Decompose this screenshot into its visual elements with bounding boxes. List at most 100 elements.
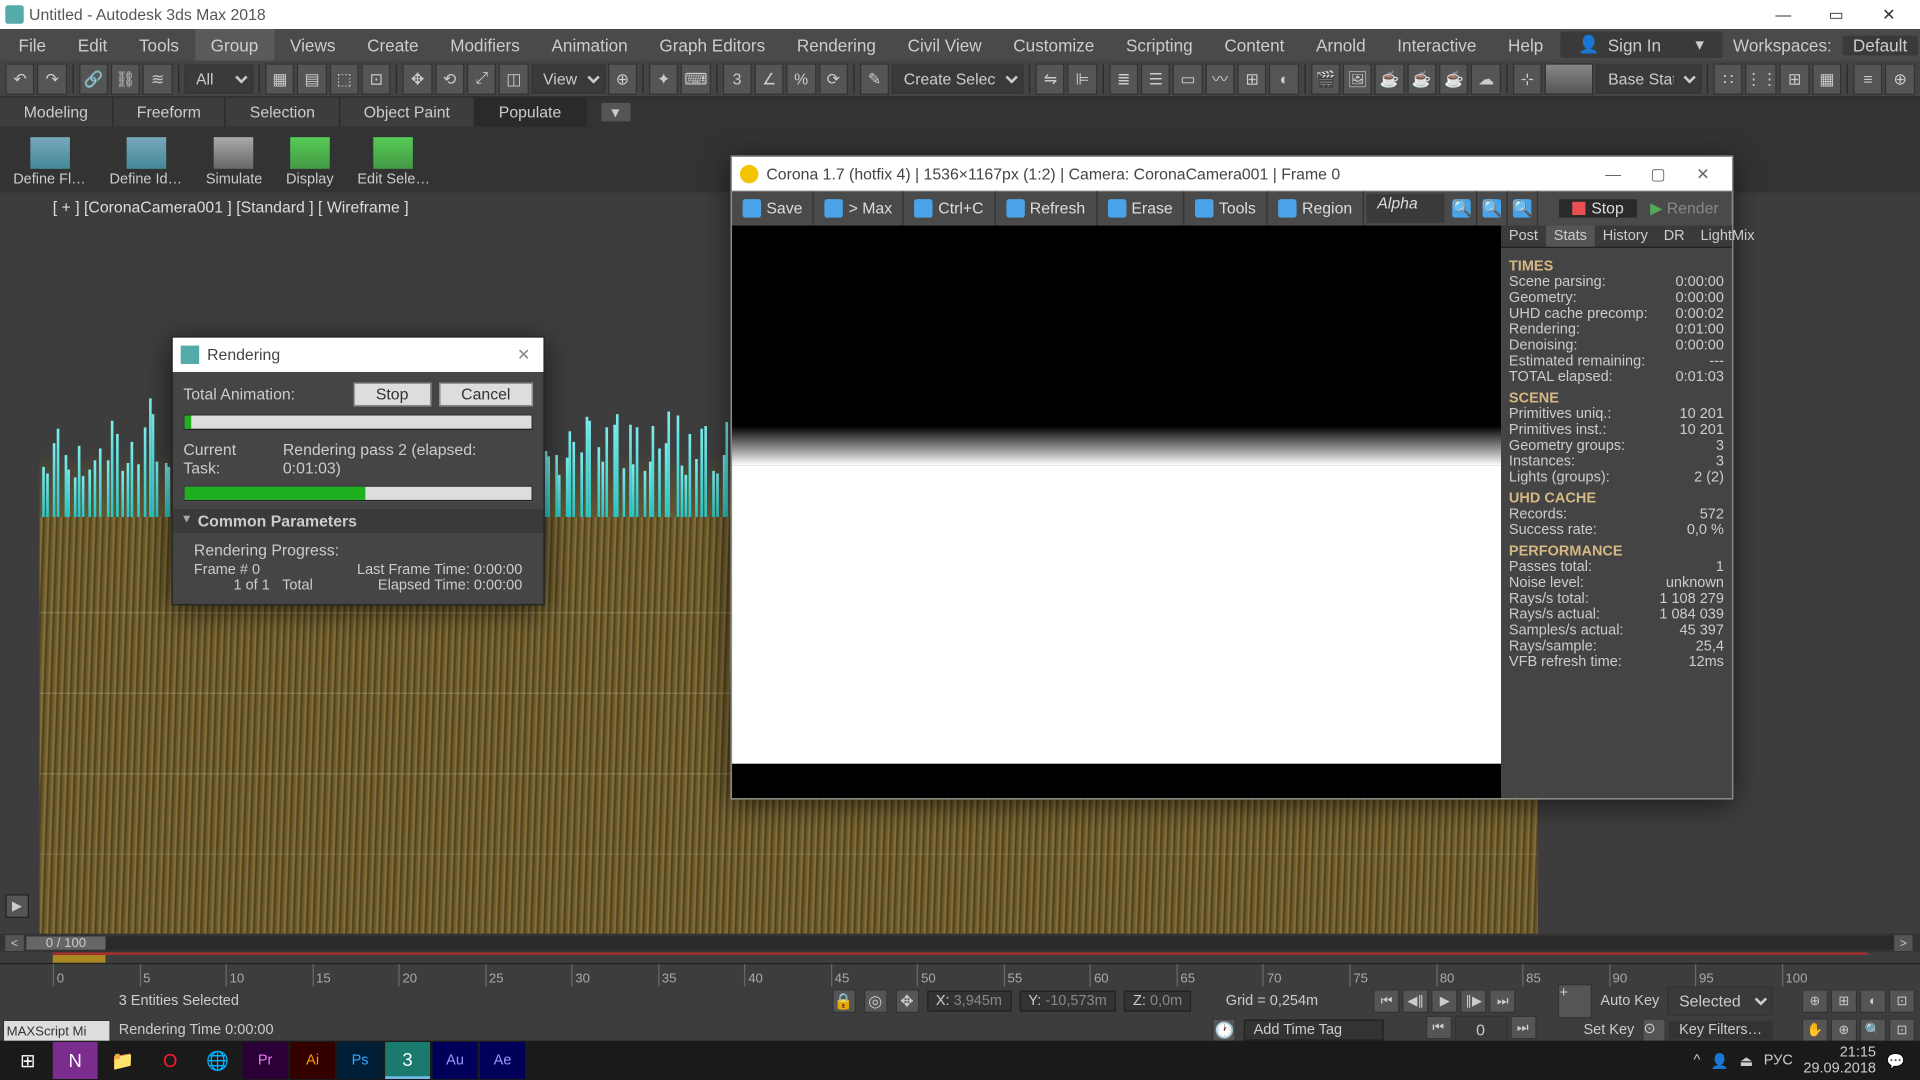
angle-snap[interactable]: ∠ xyxy=(754,63,783,95)
corona-titlebar[interactable]: Corona 1.7 (hotfix 4) | 1536×1167px (1:2… xyxy=(732,157,1732,191)
goto-start-button[interactable]: ⏮ xyxy=(1374,989,1400,1013)
ribbon-define-flow[interactable]: Define Fl… xyxy=(5,132,93,187)
ref-coord[interactable]: View xyxy=(531,64,605,93)
taskbar-photoshop[interactable]: Ps xyxy=(338,1042,383,1079)
base-state-selector[interactable]: Base State xyxy=(1596,64,1702,93)
toggle-ribbon-button[interactable]: ▭ xyxy=(1173,63,1202,95)
menu-group[interactable]: Group xyxy=(195,29,274,61)
rect-select-button[interactable]: ⬚ xyxy=(329,63,358,95)
layer-explorer-button[interactable]: ☰ xyxy=(1141,63,1170,95)
menu-interactive[interactable]: Interactive xyxy=(1381,29,1492,61)
play-button[interactable]: ▶ xyxy=(1432,989,1458,1013)
cancel-button[interactable]: Cancel xyxy=(439,383,533,407)
scale-button[interactable]: ⤢ xyxy=(467,63,496,95)
goto-end-button[interactable]: ⏭ xyxy=(1490,989,1516,1013)
curve-editor-button[interactable]: 〰 xyxy=(1205,63,1234,95)
menu-file[interactable]: File xyxy=(3,29,62,61)
next-key-button[interactable]: ⏭ xyxy=(1510,1016,1536,1040)
key-mode-toggle[interactable]: ⊙ xyxy=(1642,1018,1666,1042)
rendered-frame-button[interactable]: 🖼 xyxy=(1343,63,1372,95)
timeslider-next-button[interactable]: > xyxy=(1894,935,1912,951)
snap-toggle[interactable]: 3 xyxy=(722,63,751,95)
ribbon-edit-sel[interactable]: Edit Sele… xyxy=(349,132,437,187)
move-button[interactable]: ✥ xyxy=(403,63,432,95)
corona-erase-btn[interactable]: Erase xyxy=(1097,191,1185,225)
render-iterative-button[interactable]: ☕ xyxy=(1407,63,1436,95)
taskbar-premiere[interactable]: Pr xyxy=(243,1042,288,1079)
corona-tomax-btn[interactable]: > Max xyxy=(814,191,904,225)
grid-3-button[interactable]: ⊞ xyxy=(1780,63,1809,95)
menu-civilview[interactable]: Civil View xyxy=(892,29,998,61)
corona-tools-btn[interactable]: Tools xyxy=(1185,191,1268,225)
placement-button[interactable]: ◫ xyxy=(499,63,528,95)
render-setup-button[interactable]: 🎬 xyxy=(1311,63,1340,95)
schematic-view-button[interactable]: ⊞ xyxy=(1237,63,1266,95)
pivot-button[interactable]: ⊕ xyxy=(608,63,637,95)
taskbar-aftereffects[interactable]: Ae xyxy=(480,1042,525,1079)
tray-notifications-icon[interactable]: 💬 xyxy=(1887,1052,1905,1069)
menu-content[interactable]: Content xyxy=(1208,29,1300,61)
coord-display-button[interactable]: ⊹ xyxy=(1513,63,1542,95)
render-button[interactable]: ☕ xyxy=(1375,63,1404,95)
menu-tools[interactable]: Tools xyxy=(123,29,195,61)
corona-channel-selector[interactable]: Alpha xyxy=(1367,194,1444,223)
menu-arnold[interactable]: Arnold xyxy=(1300,29,1381,61)
tray-clock[interactable]: 21:15 29.09.2018 xyxy=(1803,1045,1876,1077)
autokey-button[interactable]: Auto Key xyxy=(1595,993,1664,1009)
material-editor-button[interactable]: ◐ xyxy=(1269,63,1298,95)
render-in-cloud-button[interactable]: ☁ xyxy=(1471,63,1500,95)
corona-tab-lightmix[interactable]: LightMix xyxy=(1693,226,1763,247)
setkey-button[interactable]: Set Key xyxy=(1578,1022,1639,1038)
taskbar-onenote[interactable]: N xyxy=(53,1042,98,1079)
undo-button[interactable]: ↶ xyxy=(5,63,34,95)
menu-animation[interactable]: Animation xyxy=(536,29,644,61)
menu-scripting[interactable]: Scripting xyxy=(1110,29,1208,61)
named-sel-set[interactable]: Create Selection Se xyxy=(892,64,1024,93)
activeshade-button[interactable]: ☕ xyxy=(1439,63,1468,95)
spinner-snap[interactable]: ⟳ xyxy=(819,63,848,95)
unlink-button[interactable]: ⛓ xyxy=(111,63,140,95)
zoom-button[interactable]: 🔍 xyxy=(1860,1018,1886,1042)
timeslider-handle[interactable]: 0 / 100 xyxy=(26,936,105,949)
corona-maximize-button[interactable]: ▢ xyxy=(1637,160,1679,186)
ribbon-tab-freeform[interactable]: Freeform xyxy=(113,98,226,127)
maximize-button[interactable]: ▭ xyxy=(1810,0,1863,29)
rotate-button[interactable]: ⟲ xyxy=(435,63,464,95)
grid-1-button[interactable]: ∷ xyxy=(1714,63,1743,95)
timetag-icon[interactable]: 🕐 xyxy=(1213,1018,1237,1042)
ribbon-tab-selection[interactable]: Selection xyxy=(226,98,340,127)
corona-render-btn[interactable]: ▶ Render xyxy=(1637,199,1732,217)
redo-button[interactable]: ↷ xyxy=(37,63,66,95)
minimize-button[interactable]: — xyxy=(1757,0,1810,29)
tray-lang[interactable]: РУС xyxy=(1764,1053,1793,1069)
timeslider-prev-button[interactable]: < xyxy=(5,935,23,951)
window-crossing-button[interactable]: ⊡ xyxy=(361,63,390,95)
keyfilters-button[interactable]: Key Filters… xyxy=(1669,1021,1773,1039)
corona-tab-stats[interactable]: Stats xyxy=(1546,226,1595,247)
maximize-viewport-button[interactable]: ⊡ xyxy=(1889,1018,1915,1042)
tray-arrow-icon[interactable]: ^ xyxy=(1693,1053,1700,1069)
ribbon-define-idle[interactable]: Define Id… xyxy=(102,132,190,187)
taskbar-explorer[interactable]: 📁 xyxy=(100,1042,145,1079)
stop-button[interactable]: Stop xyxy=(353,383,430,407)
corona-tab-post[interactable]: Post xyxy=(1501,226,1546,247)
menu-edit[interactable]: Edit xyxy=(62,29,123,61)
corona-minimize-button[interactable]: — xyxy=(1592,160,1634,186)
corona-render-view[interactable] xyxy=(732,226,1501,798)
select-object-button[interactable]: ▦ xyxy=(265,63,294,95)
corona-region-btn[interactable]: Region xyxy=(1268,191,1364,225)
expand-scene-explorer-button[interactable]: ▶ xyxy=(5,894,29,918)
corona-tab-dr[interactable]: DR xyxy=(1656,226,1693,247)
close-icon[interactable]: ✕ xyxy=(517,346,535,364)
common-parameters-header[interactable]: Common Parameters xyxy=(173,509,544,533)
percent-snap[interactable]: % xyxy=(786,63,815,95)
menu-grapheditors[interactable]: Graph Editors xyxy=(644,29,781,61)
nav-4-button[interactable]: ⊡ xyxy=(1889,989,1915,1013)
ribbon-tab-modeling[interactable]: Modeling xyxy=(0,98,113,127)
ribbon-tab-objectpaint[interactable]: Object Paint xyxy=(340,98,475,127)
coord-mode-button[interactable]: ✥ xyxy=(895,989,919,1013)
close-button[interactable]: ✕ xyxy=(1862,0,1915,29)
ribbon-simulate[interactable]: Simulate xyxy=(198,132,270,187)
trackbar[interactable] xyxy=(53,952,1868,963)
grid-4-button[interactable]: ▦ xyxy=(1812,63,1841,95)
